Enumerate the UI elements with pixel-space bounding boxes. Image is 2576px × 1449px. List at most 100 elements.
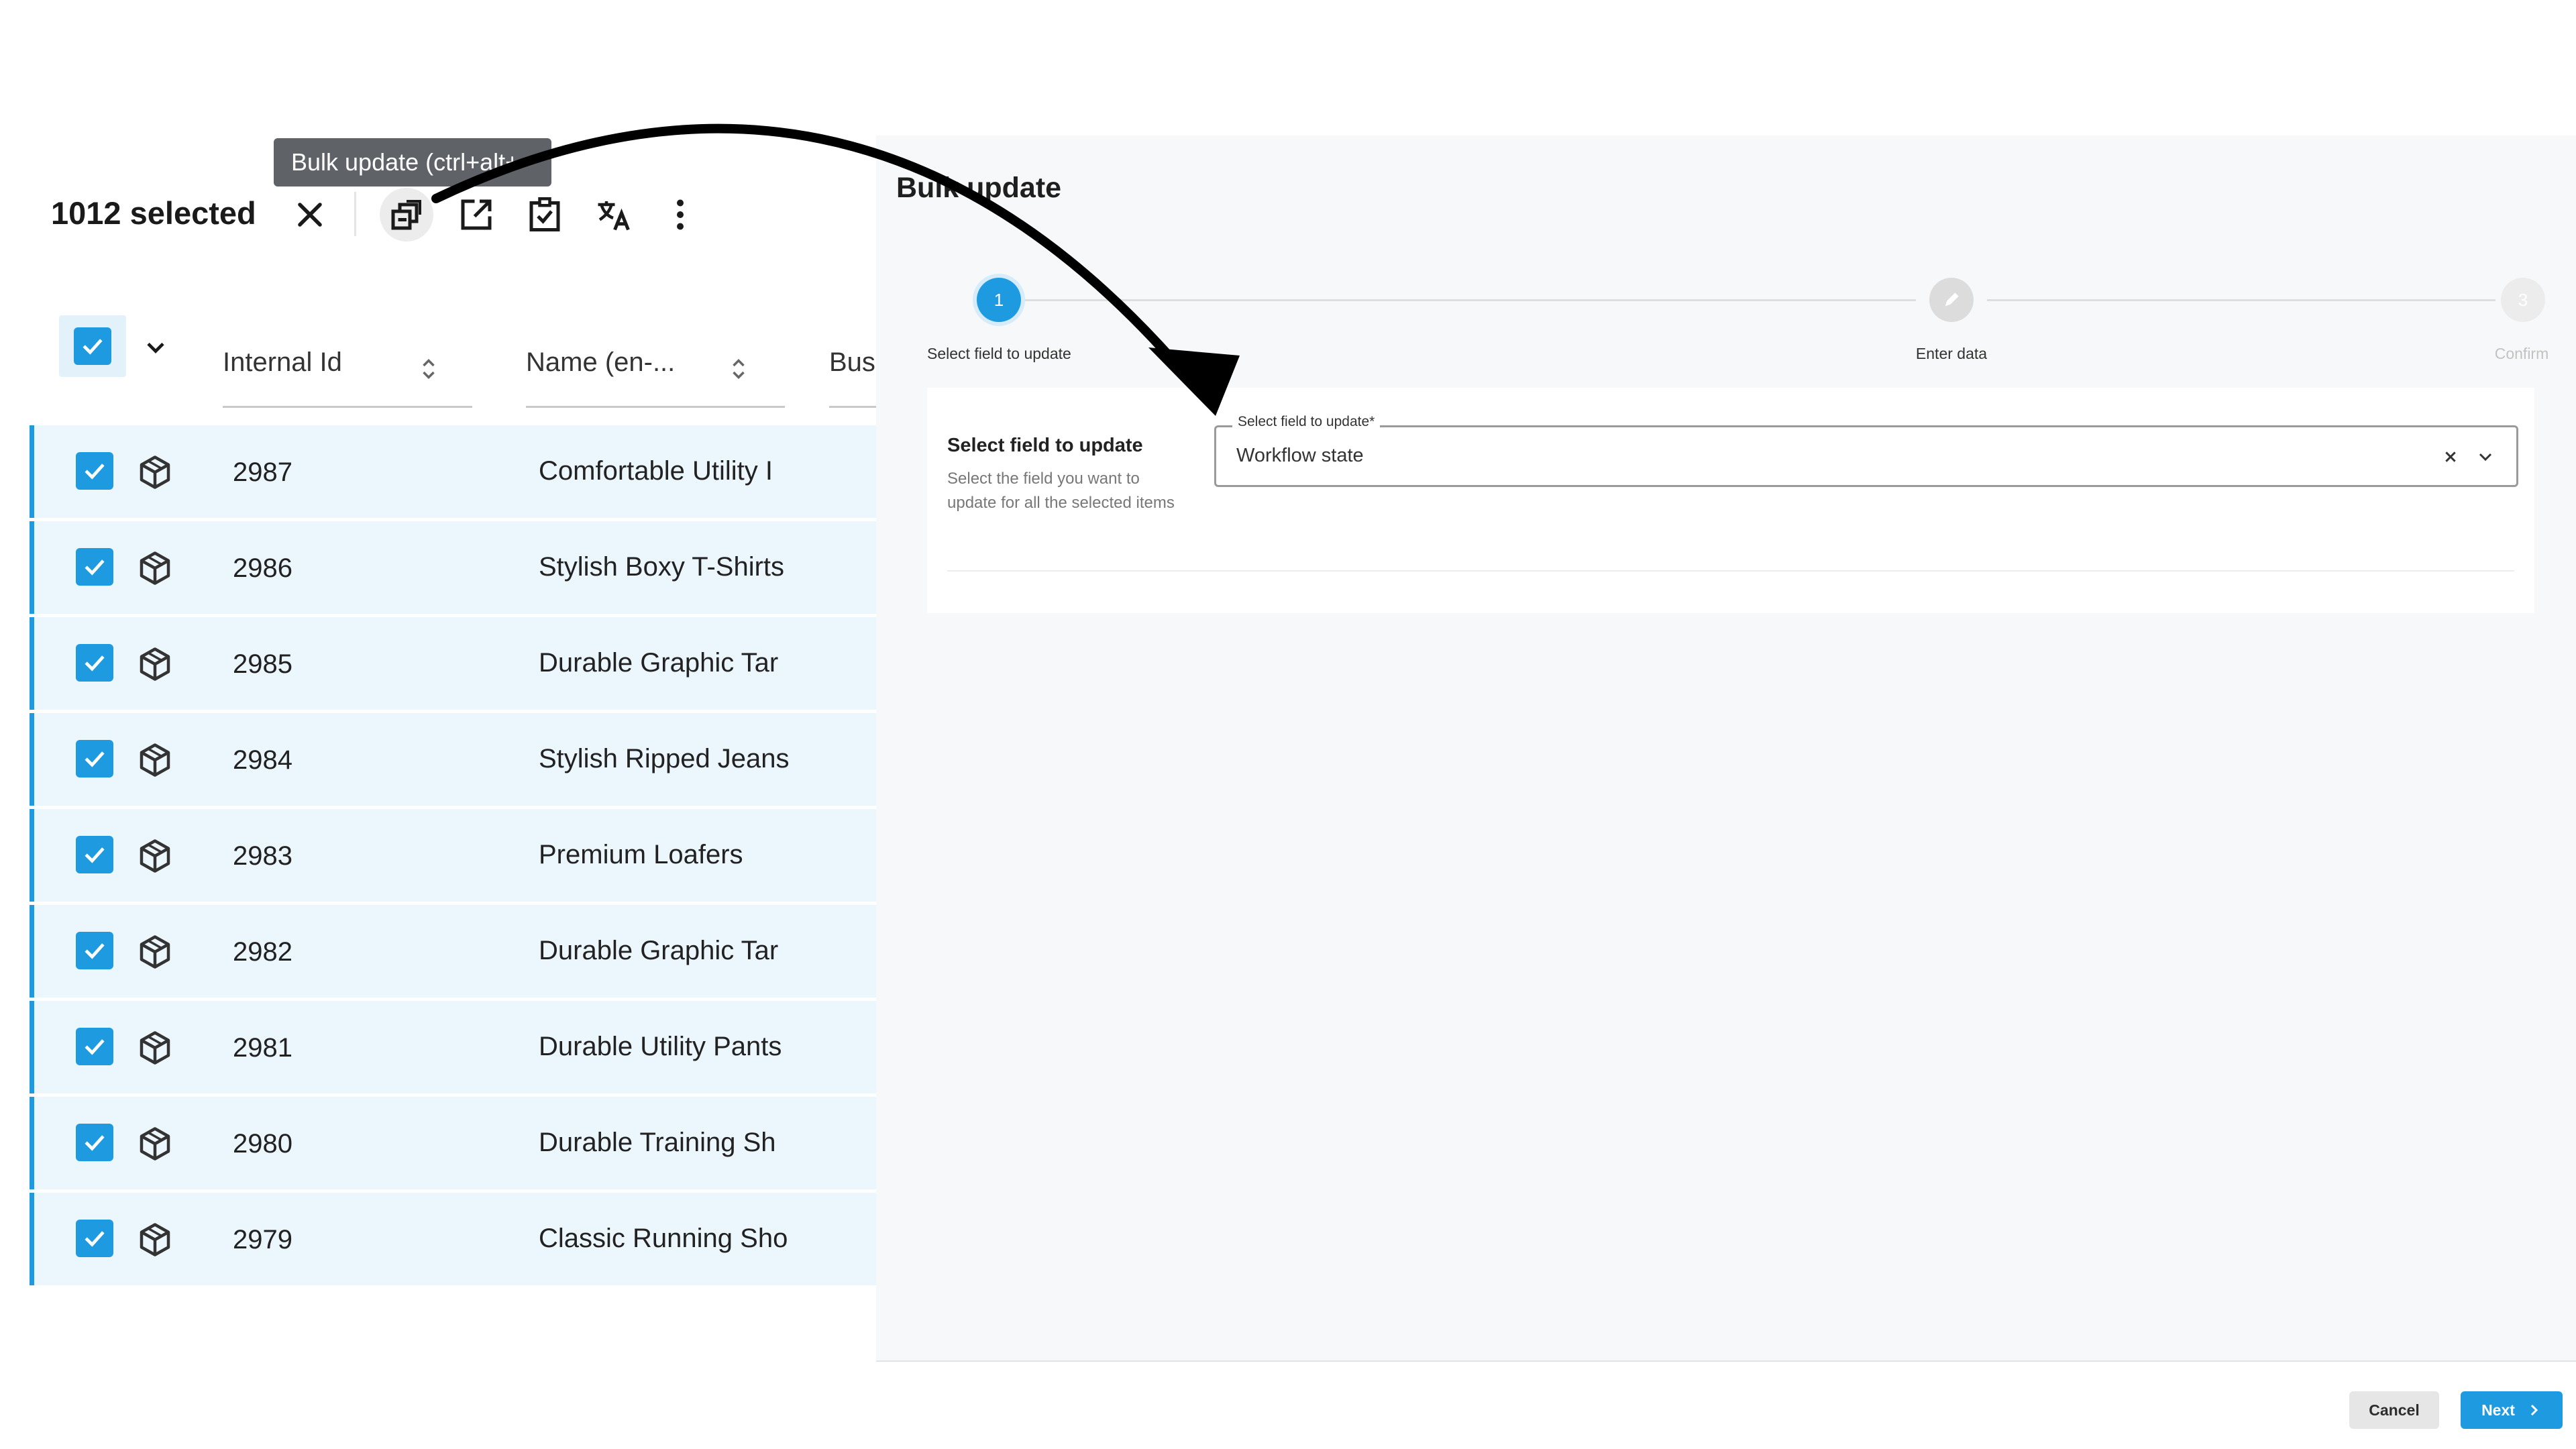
cell-internal-id: 2985	[233, 649, 292, 679]
screenshot-stage: 1012 selected Internal Id Name (en-... B…	[0, 0, 2576, 1449]
cell-name: Durable Graphic Tar	[539, 936, 779, 965]
select-options-dropdown[interactable]	[141, 333, 170, 362]
checklist-icon	[529, 197, 560, 231]
more-actions-button[interactable]	[653, 188, 707, 241]
field-selection-card: Select field to update Select the field …	[927, 388, 2534, 613]
field-selected-value: Workflow state	[1236, 445, 1364, 466]
translate-button[interactable]	[586, 188, 640, 241]
step-number: 3	[2518, 289, 2528, 310]
cell-name: Classic Running Sho	[539, 1224, 788, 1253]
cell-name: Durable Utility Pants	[539, 1032, 782, 1061]
table-row[interactable]: 2982 Durable Graphic Tar	[30, 905, 876, 998]
table-row[interactable]: 2986 Stylish Boxy T-Shirts	[30, 521, 876, 614]
select-all-checkbox[interactable]	[74, 327, 111, 365]
check-icon	[83, 339, 103, 355]
chevron-down-icon	[147, 342, 164, 354]
bulk-update-icon	[391, 200, 421, 230]
product-cube-icon	[135, 548, 175, 588]
export-icon	[461, 199, 492, 230]
clear-icon[interactable]	[2440, 446, 2461, 468]
chevron-right-icon	[2530, 1404, 2538, 1416]
cell-internal-id: 2982	[233, 937, 292, 967]
footer-divider	[876, 1360, 2576, 1362]
product-table-panel: 1012 selected Internal Id Name (en-... B…	[30, 160, 876, 1291]
product-cube-icon	[135, 1220, 175, 1260]
row-checkbox[interactable]	[76, 1124, 113, 1161]
product-cube-icon	[135, 644, 175, 684]
row-checkbox[interactable]	[76, 644, 113, 682]
cell-internal-id: 2986	[233, 553, 292, 583]
table-row[interactable]: 2983 Premium Loafers	[30, 809, 876, 902]
product-cube-icon	[135, 932, 175, 972]
bulk-update-tooltip: Bulk update (ctrl+alt+	[274, 138, 551, 186]
field-label: Select field to update*	[1232, 414, 1381, 430]
table-row[interactable]: 2987 Comfortable Utility I	[30, 425, 876, 518]
product-cube-icon	[135, 836, 175, 876]
next-button-label: Next	[2481, 1401, 2515, 1419]
cell-internal-id: 2981	[233, 1033, 292, 1063]
export-button[interactable]	[449, 188, 503, 241]
stepper-connector	[1987, 299, 2496, 301]
cell-internal-id: 2979	[233, 1225, 292, 1254]
cell-internal-id: 2987	[233, 458, 292, 487]
select-all-checkbox-area[interactable]	[59, 315, 126, 377]
section-description: Select the field you want to update for …	[947, 470, 1175, 512]
background-strip	[1100, 0, 2576, 136]
next-button[interactable]: Next	[2461, 1391, 2563, 1429]
cell-name: Stylish Ripped Jeans	[539, 744, 790, 773]
step-2-indicator[interactable]	[1929, 278, 1974, 322]
bulk-update-button[interactable]	[380, 188, 433, 241]
cell-name: Durable Training Sh	[539, 1128, 776, 1157]
close-icon	[298, 203, 322, 227]
cancel-button[interactable]: Cancel	[2349, 1391, 2439, 1429]
product-cube-icon	[135, 740, 175, 780]
pencil-icon	[1945, 292, 1959, 307]
column-label: Internal Id	[223, 347, 342, 377]
cell-internal-id: 2983	[233, 841, 292, 871]
step-3-indicator: 3	[2501, 278, 2545, 322]
toolbar-divider	[354, 192, 356, 236]
cell-internal-id: 2984	[233, 745, 292, 775]
column-label: Bus	[829, 347, 875, 377]
table-row[interactable]: 2984 Stylish Ripped Jeans	[30, 713, 876, 806]
row-checkbox[interactable]	[76, 836, 113, 873]
more-vertical-icon	[677, 199, 684, 230]
translate-icon	[598, 201, 630, 231]
step-number: 1	[994, 289, 1004, 310]
column-header-business[interactable]: Bus	[829, 321, 876, 408]
row-checkbox[interactable]	[76, 932, 113, 969]
product-cube-icon	[135, 1124, 175, 1164]
column-label: Name (en-...	[526, 347, 676, 377]
stepper-connector	[1020, 299, 1916, 301]
cell-name: Durable Graphic Tar	[539, 648, 779, 678]
bulk-update-title: Bulk update	[896, 172, 1062, 204]
row-checkbox[interactable]	[76, 1028, 113, 1065]
row-checkbox[interactable]	[76, 1220, 113, 1257]
assign-task-button[interactable]	[518, 188, 572, 241]
table-row[interactable]: 2985 Durable Graphic Tar	[30, 617, 876, 710]
panel-footer	[876, 1362, 2576, 1449]
product-cube-icon	[135, 452, 175, 492]
section-title: Select field to update	[947, 435, 1143, 456]
step-3-label: Confirm	[2494, 345, 2549, 362]
step-1-indicator[interactable]: 1	[977, 278, 1021, 322]
clear-selection-button[interactable]	[283, 188, 337, 241]
field-select-dropdown[interactable]: Select field to update* Workflow state	[1214, 414, 2518, 487]
tooltip-text: Bulk update (ctrl+alt+	[291, 148, 520, 176]
row-checkbox[interactable]	[76, 740, 113, 777]
sort-icon[interactable]	[419, 356, 439, 382]
sort-icon[interactable]	[729, 356, 749, 382]
row-checkbox[interactable]	[76, 548, 113, 586]
cell-internal-id: 2980	[233, 1129, 292, 1159]
table-row[interactable]: 2979 Classic Running Sho	[30, 1193, 876, 1285]
chevron-down-icon[interactable]	[2475, 446, 2496, 468]
bulk-update-panel: Bulk update 1 Select field to update Ent…	[876, 136, 2576, 1449]
step-2-label: Enter data	[1915, 345, 1988, 362]
step-1-label: Select field to update	[927, 345, 1071, 362]
row-checkbox[interactable]	[76, 452, 113, 490]
table-row[interactable]: 2980 Durable Training Sh	[30, 1097, 876, 1189]
selected-count: 1012 selected	[51, 195, 256, 231]
cell-name: Comfortable Utility I	[539, 456, 773, 486]
product-cube-icon	[135, 1028, 175, 1068]
table-row[interactable]: 2981 Durable Utility Pants	[30, 1001, 876, 1093]
